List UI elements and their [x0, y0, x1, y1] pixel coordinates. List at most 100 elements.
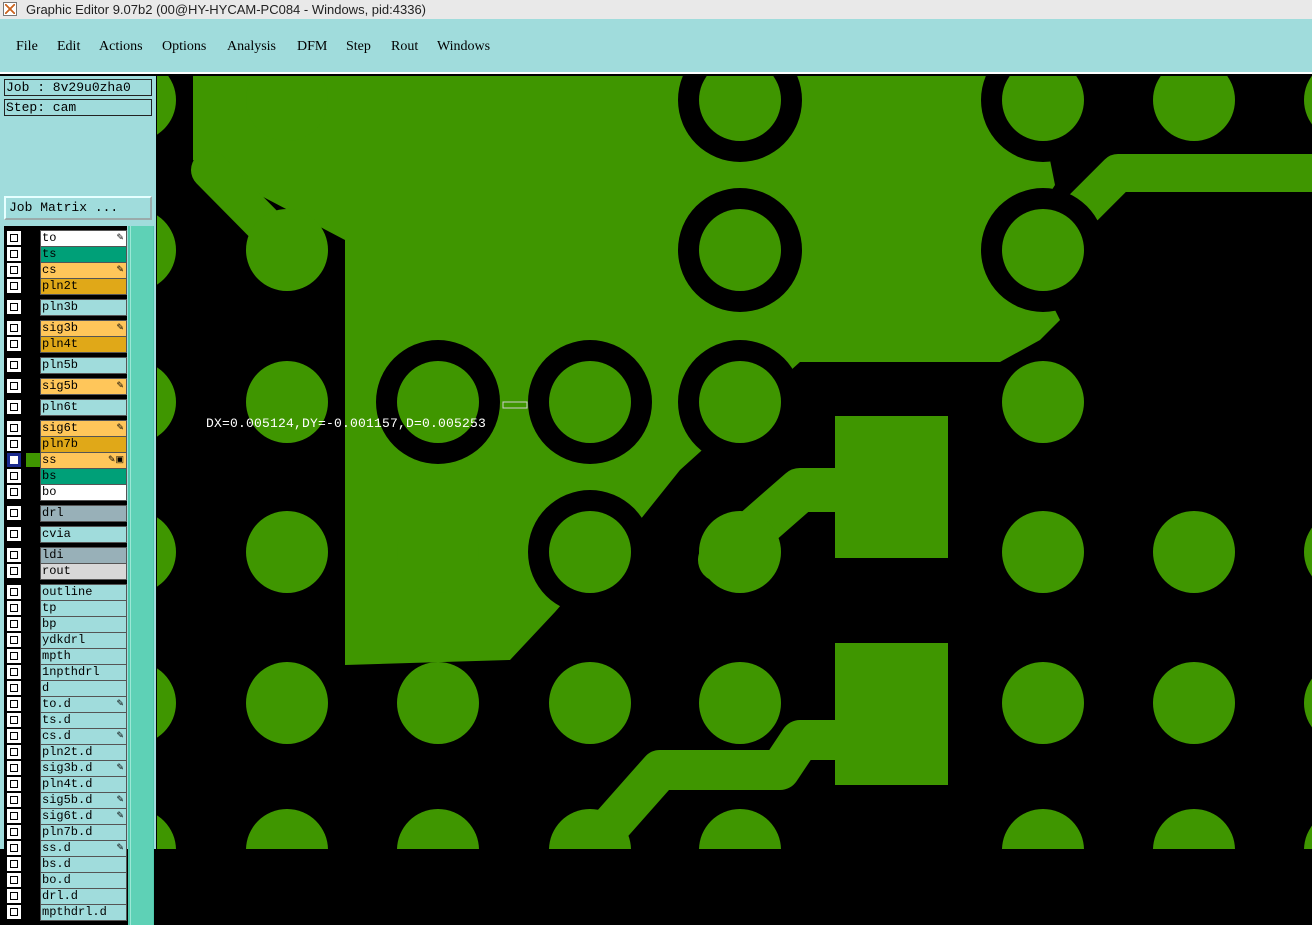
layer-name[interactable]: cvia [40, 526, 127, 543]
layer-color-swatch[interactable] [26, 453, 40, 467]
layer-color-swatch[interactable] [26, 809, 40, 823]
layer-color-swatch[interactable] [26, 713, 40, 727]
layer-checkbox[interactable] [7, 485, 21, 499]
layer-color-swatch[interactable] [26, 905, 40, 919]
layer-row[interactable]: ss.d ✎ [4, 840, 127, 857]
layer-row[interactable]: mpthdrl.d [4, 904, 127, 921]
layer-list-scrollbar[interactable] [128, 226, 154, 925]
layer-row[interactable]: 1npthdrl [4, 664, 127, 681]
layer-checkbox[interactable] [7, 564, 21, 578]
layer-checkbox[interactable] [7, 889, 21, 903]
menu-options[interactable]: Options [162, 39, 206, 55]
layer-color-swatch[interactable] [26, 506, 40, 520]
layer-name[interactable]: pln5b [40, 357, 127, 374]
layer-color-swatch[interactable] [26, 279, 40, 293]
layer-name[interactable]: pln7b [40, 436, 127, 453]
layer-checkbox[interactable] [7, 527, 21, 541]
layer-row[interactable]: pln4t [4, 336, 127, 353]
layer-color-swatch[interactable] [26, 665, 40, 679]
layer-checkbox[interactable] [7, 809, 21, 823]
layer-name[interactable]: pln2t.d [40, 744, 127, 761]
layer-color-swatch[interactable] [26, 761, 40, 775]
layer-color-swatch[interactable] [26, 601, 40, 615]
layer-checkbox[interactable] [7, 506, 21, 520]
layer-checkbox[interactable] [7, 548, 21, 562]
layer-checkbox[interactable] [7, 617, 21, 631]
layer-row[interactable]: to.d ✎ [4, 696, 127, 713]
layer-checkbox[interactable] [7, 761, 21, 775]
layer-row[interactable]: bo [4, 484, 127, 501]
layer-checkbox[interactable] [7, 793, 21, 807]
layer-checkbox[interactable] [7, 729, 21, 743]
layer-checkbox[interactable] [7, 665, 21, 679]
layer-row[interactable]: sig5b.d ✎ [4, 792, 127, 809]
layer-color-swatch[interactable] [26, 400, 40, 414]
layer-checkbox[interactable] [7, 873, 21, 887]
layer-name[interactable]: sig3b ✎ [40, 320, 127, 337]
layer-checkbox[interactable] [7, 841, 21, 855]
layer-row[interactable]: outline [4, 584, 127, 601]
layer-checkbox[interactable] [7, 601, 21, 615]
layer-name[interactable]: sig5b ✎ [40, 378, 127, 395]
layer-row[interactable]: mpth [4, 648, 127, 665]
layer-name[interactable]: mpthdrl.d [40, 904, 127, 921]
layer-name[interactable]: bo.d [40, 872, 127, 889]
graphic-canvas[interactable] [157, 76, 1312, 849]
layer-row[interactable]: pln2t [4, 278, 127, 295]
layer-row[interactable]: pln3b [4, 299, 127, 316]
layer-name[interactable]: ts [40, 246, 127, 263]
layer-color-swatch[interactable] [26, 857, 40, 871]
layer-row[interactable]: sig6t.d ✎ [4, 808, 127, 825]
layer-row[interactable]: rout [4, 563, 127, 580]
layer-row[interactable]: pln6t [4, 399, 127, 416]
layer-name[interactable]: rout [40, 563, 127, 580]
menu-actions[interactable]: Actions [99, 39, 143, 55]
layer-checkbox[interactable] [7, 453, 21, 467]
layer-row[interactable]: pln2t.d [4, 744, 127, 761]
menu-rout[interactable]: Rout [391, 39, 418, 55]
layer-name[interactable]: drl.d [40, 888, 127, 905]
layer-checkbox[interactable] [7, 857, 21, 871]
layer-name[interactable]: to.d ✎ [40, 696, 127, 713]
layer-color-swatch[interactable] [26, 548, 40, 562]
layer-name[interactable]: ldi [40, 547, 127, 564]
layer-name[interactable]: pln4t [40, 336, 127, 353]
menu-analysis[interactable]: Analysis [227, 39, 276, 55]
layer-row[interactable]: cs ✎ [4, 262, 127, 279]
layer-name[interactable]: pln4t.d [40, 776, 127, 793]
layer-row[interactable]: ss ✎▣ [4, 452, 127, 469]
layer-checkbox[interactable] [7, 649, 21, 663]
layer-color-swatch[interactable] [26, 777, 40, 791]
menu-windows[interactable]: Windows [437, 39, 490, 55]
layer-color-swatch[interactable] [26, 527, 40, 541]
layer-checkbox[interactable] [7, 633, 21, 647]
layer-color-swatch[interactable] [26, 617, 40, 631]
layer-row[interactable]: cs.d ✎ [4, 728, 127, 745]
layer-row[interactable]: to ✎ [4, 230, 127, 247]
layer-row[interactable]: sig3b.d ✎ [4, 760, 127, 777]
layer-checkbox[interactable] [7, 777, 21, 791]
layer-color-swatch[interactable] [26, 421, 40, 435]
layer-name[interactable]: bp [40, 616, 127, 633]
layer-color-swatch[interactable] [26, 825, 40, 839]
layer-name[interactable]: pln3b [40, 299, 127, 316]
layer-row[interactable]: bo.d [4, 872, 127, 889]
layer-row[interactable]: tp [4, 600, 127, 617]
layer-name[interactable]: cs ✎ [40, 262, 127, 279]
layer-checkbox[interactable] [7, 469, 21, 483]
layer-name[interactable]: tp [40, 600, 127, 617]
layer-checkbox[interactable] [7, 585, 21, 599]
layer-name[interactable]: bo [40, 484, 127, 501]
layer-color-swatch[interactable] [26, 485, 40, 499]
layer-name[interactable]: bs.d [40, 856, 127, 873]
layer-color-swatch[interactable] [26, 873, 40, 887]
layer-row[interactable]: pln4t.d [4, 776, 127, 793]
layer-checkbox[interactable] [7, 231, 21, 245]
menu-step[interactable]: Step [346, 39, 371, 55]
layer-color-swatch[interactable] [26, 649, 40, 663]
layer-row[interactable]: ts.d [4, 712, 127, 729]
layer-row[interactable]: bs [4, 468, 127, 485]
layer-row[interactable]: sig3b ✎ [4, 320, 127, 337]
layer-color-swatch[interactable] [26, 379, 40, 393]
layer-color-swatch[interactable] [26, 321, 40, 335]
